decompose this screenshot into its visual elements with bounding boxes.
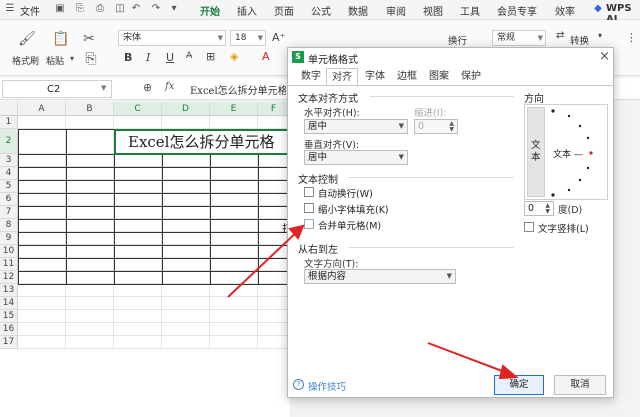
arrow-to-merge-checkbox [227,228,301,298]
annotation-arrows [227,224,519,380]
arrowhead-icon [498,364,519,380]
arrow-to-ok-button [427,342,511,375]
